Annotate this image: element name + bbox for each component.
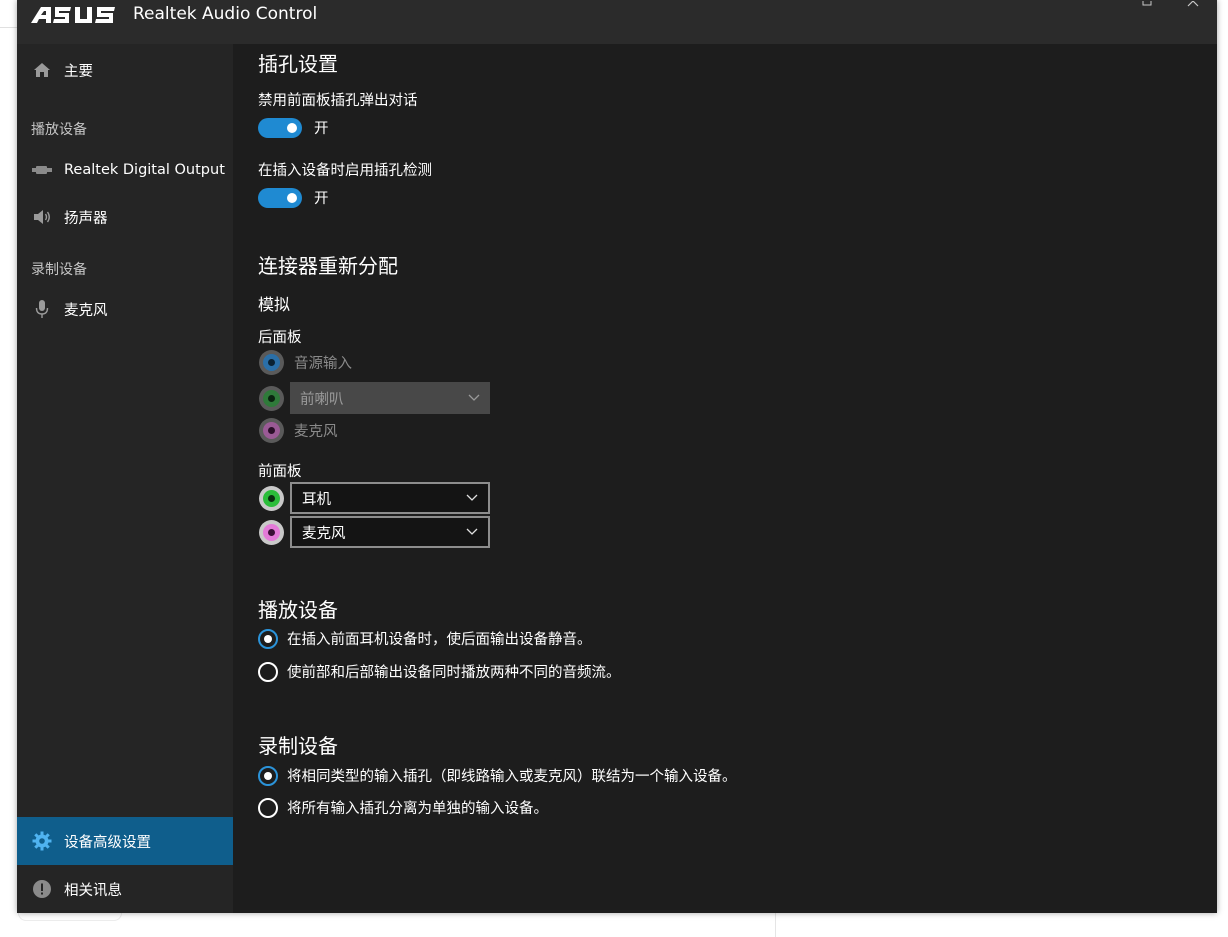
jack-pink-icon (259, 417, 284, 443)
radio-button[interactable] (258, 797, 278, 818)
jack-pink-icon (259, 519, 284, 545)
select-value: 前喇叭 (300, 391, 344, 408)
asus-logo (31, 7, 115, 23)
sidebar-section-recording: 录制设备 (31, 262, 87, 278)
restore-button[interactable] (1127, 0, 1167, 12)
radio-label: 将相同类型的输入插孔（即线路输入或麦克风）联结为一个输入设备。 (287, 769, 737, 785)
jack-green-icon (259, 385, 284, 411)
front-jack-headphone: 耳机 (258, 482, 494, 514)
sidebar-item-speaker[interactable]: 扬声器 (17, 193, 233, 241)
disable-popup-toggle[interactable] (258, 117, 302, 138)
connector-reassign-heading: 连接器重新分配 (258, 254, 398, 278)
radio-label: 将所有输入插孔分离为单独的输入设备。 (287, 801, 548, 817)
sidebar-item-label: 设备高级设置 (64, 834, 151, 851)
radio-button[interactable] (258, 661, 278, 682)
rear-panel-label: 后面板 (258, 330, 302, 346)
sidebar-section-playback: 播放设备 (31, 122, 87, 138)
background-divider (775, 913, 776, 937)
jack-label: 音源输入 (294, 355, 352, 372)
rear-jack-select: 前喇叭 (290, 382, 490, 414)
select-value: 耳机 (302, 491, 331, 508)
playback-heading: 播放设备 (258, 598, 338, 622)
radio-label: 在插入前面耳机设备时，使后面输出设备静音。 (287, 632, 592, 648)
toggle-state-label: 开 (314, 121, 329, 137)
sidebar-item-digital-output[interactable]: Realtek Digital Output (17, 146, 233, 194)
jack-detect-toggle[interactable] (258, 187, 302, 208)
sidebar: 主要 播放设备 Realtek Digital Output 扬声器 录制设备 … (17, 44, 233, 913)
front-jack-headphone-select[interactable]: 耳机 (290, 482, 490, 514)
close-button[interactable] (1173, 0, 1213, 12)
app-title: Realtek Audio Control (133, 4, 318, 24)
sidebar-item-advanced-settings[interactable]: 设备高级设置 (17, 817, 233, 865)
chevron-down-icon (466, 528, 478, 535)
home-icon (31, 59, 53, 81)
jack-green-icon (259, 485, 284, 511)
sidebar-item-info[interactable]: 相关讯息 (17, 865, 233, 913)
jack-settings-heading: 插孔设置 (258, 52, 338, 76)
front-jack-microphone: 麦克风 (258, 516, 494, 548)
recording-option-separate[interactable]: 将所有输入插孔分离为单独的输入设备。 (258, 797, 548, 818)
disable-popup-label: 禁用前面板插孔弹出对话 (258, 93, 418, 109)
sidebar-item-label: 相关讯息 (64, 882, 122, 899)
gear-icon (31, 830, 53, 852)
speaker-icon (31, 206, 53, 228)
rear-jack-front-speaker: 前喇叭 (258, 382, 494, 414)
app-window: Realtek Audio Control 主要 播放设备 Realtek Di… (17, 0, 1217, 913)
front-jack-microphone-select[interactable]: 麦克风 (290, 516, 490, 548)
radio-button[interactable] (258, 628, 278, 649)
jack-label: 麦克风 (294, 423, 338, 440)
sidebar-item-home[interactable]: 主要 (17, 46, 233, 94)
sidebar-item-label: 扬声器 (64, 210, 108, 227)
playback-option-dual-stream[interactable]: 使前部和后部输出设备同时播放两种不同的音频流。 (258, 661, 621, 682)
radio-button[interactable] (258, 765, 278, 786)
jack-detect-toggle-row: 开 (258, 187, 329, 208)
radio-label: 使前部和后部输出设备同时播放两种不同的音频流。 (287, 665, 621, 681)
playback-option-mute-rear[interactable]: 在插入前面耳机设备时，使后面输出设备静音。 (258, 628, 592, 649)
info-icon (31, 878, 53, 900)
rear-jack-line-in: 音源输入 (258, 346, 352, 378)
analog-label: 模拟 (258, 295, 291, 314)
sidebar-item-label: 主要 (64, 63, 93, 80)
rear-jack-microphone: 麦克风 (258, 414, 338, 446)
chevron-down-icon (466, 494, 478, 501)
jack-blue-icon (259, 349, 284, 375)
sidebar-item-microphone[interactable]: 麦克风 (17, 285, 233, 333)
digital-output-icon (31, 159, 53, 181)
disable-popup-toggle-row: 开 (258, 117, 329, 138)
background-line (0, 27, 17, 28)
front-panel-label: 前面板 (258, 464, 302, 480)
sidebar-item-label: 麦克风 (64, 302, 108, 319)
title-bar: Realtek Audio Control (17, 0, 1217, 44)
jack-detect-label: 在插入设备时启用插孔检测 (258, 163, 432, 179)
recording-heading: 录制设备 (258, 734, 338, 758)
microphone-icon (31, 298, 53, 320)
select-value: 麦克风 (302, 525, 346, 542)
recording-option-combine[interactable]: 将相同类型的输入插孔（即线路输入或麦克风）联结为一个输入设备。 (258, 765, 737, 786)
main-content: 插孔设置 禁用前面板插孔弹出对话 开 在插入设备时启用插孔检测 开 连接器重新分… (258, 44, 1217, 913)
toggle-state-label: 开 (314, 191, 329, 207)
sidebar-item-label: Realtek Digital Output (64, 162, 225, 178)
chevron-down-icon (468, 394, 480, 401)
